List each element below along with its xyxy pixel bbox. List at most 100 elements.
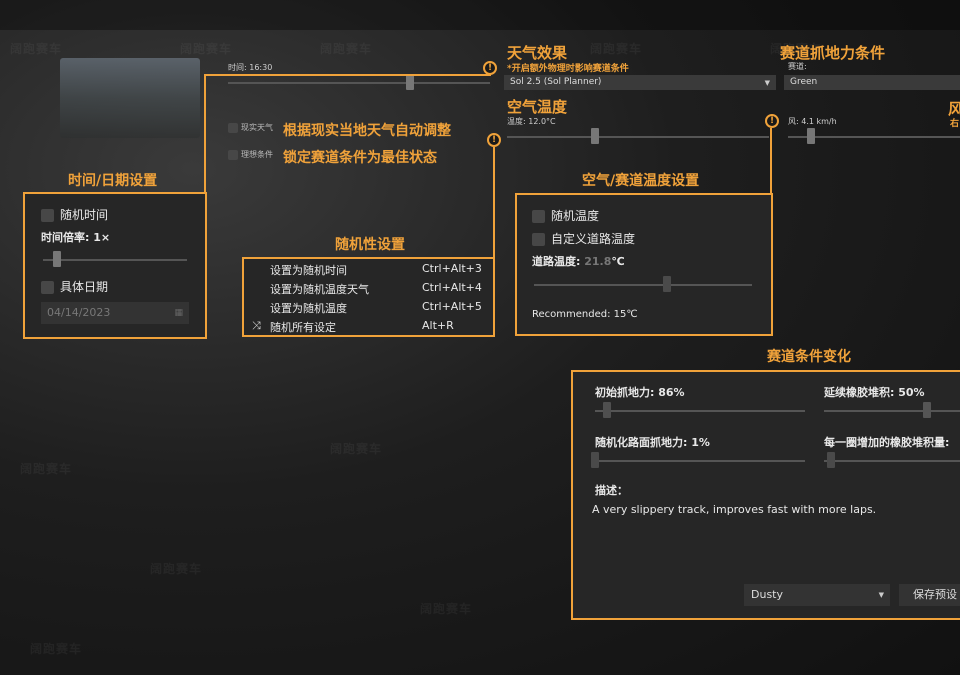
road-temp-unit: ℃ xyxy=(611,255,625,268)
specific-date-toggle[interactable]: 具体日期 xyxy=(41,278,108,295)
real-weather-checkbox[interactable] xyxy=(228,122,238,133)
time-scale-slider-track[interactable] xyxy=(43,259,187,261)
info-icon[interactable]: ! xyxy=(487,133,501,147)
menu-item-random-all[interactable]: 随机所有设定 xyxy=(270,319,336,335)
chevron-down-icon: ▼ xyxy=(878,591,884,599)
calendar-icon[interactable]: ▦ xyxy=(174,302,183,324)
weather-select-value: Sol 2.5 (Sol Planner) xyxy=(510,77,602,87)
watermark: 阔跑赛车 xyxy=(590,42,643,56)
random-surface-grip-slider-track[interactable] xyxy=(595,460,805,462)
description-text: A very slippery track, improves fast wit… xyxy=(592,503,877,516)
random-time-toggle[interactable]: 随机时间 xyxy=(41,206,108,223)
watermark: 阔跑赛车 xyxy=(150,562,203,576)
road-temp-slider-track[interactable] xyxy=(534,284,752,286)
random-time-label: 随机时间 xyxy=(60,208,109,222)
connector-line xyxy=(493,147,495,259)
ideal-conditions-note: 锁定赛道条件为最佳状态 xyxy=(283,150,437,166)
time-scale-label: 时间倍率: 1× xyxy=(41,231,111,244)
road-temp-slider-thumb[interactable] xyxy=(663,276,671,292)
recommended-temp: Recommended: 15℃ xyxy=(532,309,638,320)
custom-road-temp-checkbox[interactable] xyxy=(532,233,545,246)
watermark: 阔跑赛车 xyxy=(330,442,383,456)
ideal-conditions-toggle[interactable]: 理想条件 xyxy=(228,149,273,160)
track-panel-title: 赛道条件变化 xyxy=(767,349,851,365)
connector-line xyxy=(204,74,491,76)
random-settings-panel: 设置为随机时间 Ctrl+Alt+3 设置为随机温度天气 Ctrl+Alt+4 … xyxy=(242,257,495,337)
top-bar xyxy=(0,0,960,30)
air-temp-slider-thumb[interactable] xyxy=(591,128,599,144)
description-label: 描述： xyxy=(595,484,628,497)
date-value: 04/14/2023 xyxy=(47,306,111,319)
grip-select[interactable]: Green xyxy=(784,75,960,90)
ideal-conditions-label: 理想条件 xyxy=(241,150,273,159)
road-temp-readout: 道路温度: 21.8℃ xyxy=(532,253,625,269)
menu-item-random-time[interactable]: 设置为随机时间 xyxy=(270,262,347,278)
rubber-build-label: 延续橡胶堆积: 50% xyxy=(824,386,925,399)
weather-effect-title: 天气效果 xyxy=(507,44,568,62)
wind-subtitle: 右 xyxy=(950,119,960,129)
watermark: 阔跑赛车 xyxy=(420,602,473,616)
weather-effect-subtitle: *开启额外物理时影响赛道条件 xyxy=(507,64,629,74)
watermark: 阔跑赛车 xyxy=(180,42,233,56)
save-preset-button[interactable]: 保存预设 xyxy=(899,584,960,606)
air-temp-slider-track[interactable] xyxy=(507,136,769,138)
random-time-checkbox[interactable] xyxy=(41,209,54,222)
real-weather-toggle[interactable]: 现实天气 xyxy=(228,122,273,133)
rubber-per-lap-slider-thumb[interactable] xyxy=(827,452,835,468)
random-surface-grip-slider-thumb[interactable] xyxy=(591,452,599,468)
specific-date-label: 具体日期 xyxy=(60,280,109,294)
initial-grip-slider-thumb[interactable] xyxy=(603,402,611,418)
road-temp-label: 道路温度: xyxy=(532,255,585,268)
air-temp-label: 温度: 12.0°C xyxy=(507,117,556,126)
rubber-build-slider-track[interactable] xyxy=(824,410,960,412)
preset-select-value: Dusty xyxy=(751,588,783,601)
random-temp-checkbox[interactable] xyxy=(532,210,545,223)
watermark: 阔跑赛车 xyxy=(30,642,83,656)
menu-item-random-temp[interactable]: 设置为随机温度 xyxy=(270,300,347,316)
grip-select-label: 赛道: xyxy=(788,62,807,71)
rubber-build-slider-thumb[interactable] xyxy=(923,402,931,418)
time-slider-track[interactable] xyxy=(228,82,490,84)
menu-item-random-weather[interactable]: 设置为随机温度天气 xyxy=(270,281,369,297)
custom-road-temp-label: 自定义道路温度 xyxy=(551,232,636,246)
time-slider-thumb[interactable] xyxy=(406,74,414,90)
grip-select-value: Green xyxy=(790,77,818,87)
watermark: 阔跑赛车 xyxy=(10,42,63,56)
random-panel-title: 随机性设置 xyxy=(335,237,405,253)
custom-road-temp-toggle[interactable]: 自定义道路温度 xyxy=(532,230,635,247)
time-scale-slider-thumb[interactable] xyxy=(53,251,61,267)
real-weather-note: 根据现实当地天气自动调整 xyxy=(283,123,451,139)
specific-date-checkbox[interactable] xyxy=(41,281,54,294)
time-date-panel: 随机时间 时间倍率: 1× 具体日期 04/14/2023 ▦ xyxy=(23,192,207,339)
save-preset-label: 保存预设 xyxy=(913,588,957,601)
preset-select[interactable]: Dusty ▼ xyxy=(744,584,890,606)
rubber-per-lap-slider-track[interactable] xyxy=(824,460,960,462)
time-label: 时间: 16:30 xyxy=(228,63,273,72)
track-grip-title: 赛道抓地力条件 xyxy=(780,44,886,62)
watermark: 阔跑赛车 xyxy=(320,42,373,56)
temperature-panel: 随机温度 自定义道路温度 道路温度: 21.8℃ Recommended: 15… xyxy=(515,193,773,336)
shortcut-label: Ctrl+Alt+5 xyxy=(422,300,482,313)
track-thumbnail xyxy=(60,58,200,138)
real-weather-label: 现实天气 xyxy=(241,123,273,132)
initial-grip-slider-track[interactable] xyxy=(595,410,805,412)
time-panel-title: 时间/日期设置 xyxy=(68,173,158,189)
air-temp-title: 空气温度 xyxy=(507,98,568,116)
ideal-conditions-checkbox[interactable] xyxy=(228,149,238,160)
info-icon[interactable]: ! xyxy=(483,61,497,75)
wind-slider-thumb[interactable] xyxy=(807,128,815,144)
date-input[interactable]: 04/14/2023 ▦ xyxy=(41,302,189,324)
track-condition-panel: 初始抓地力: 86% 延续橡胶堆积: 50% 随机化路面抓地力: 1% 每一圈增… xyxy=(571,370,960,620)
shortcut-label: Alt+R xyxy=(422,319,454,332)
shuffle-icon: ⤨ xyxy=(252,319,261,332)
shortcut-label: Ctrl+Alt+3 xyxy=(422,262,482,275)
random-temp-label: 随机温度 xyxy=(551,209,600,223)
info-icon[interactable]: ! xyxy=(765,114,779,128)
temp-panel-title: 空气/赛道温度设置 xyxy=(582,173,700,189)
random-temp-toggle[interactable]: 随机温度 xyxy=(532,207,599,224)
shortcut-label: Ctrl+Alt+4 xyxy=(422,281,482,294)
wind-label: 风: 4.1 km/h xyxy=(788,117,837,126)
initial-grip-label: 初始抓地力: 86% xyxy=(595,386,685,399)
connector-line xyxy=(204,74,206,192)
weather-select[interactable]: Sol 2.5 (Sol Planner) ▼ xyxy=(504,75,776,90)
